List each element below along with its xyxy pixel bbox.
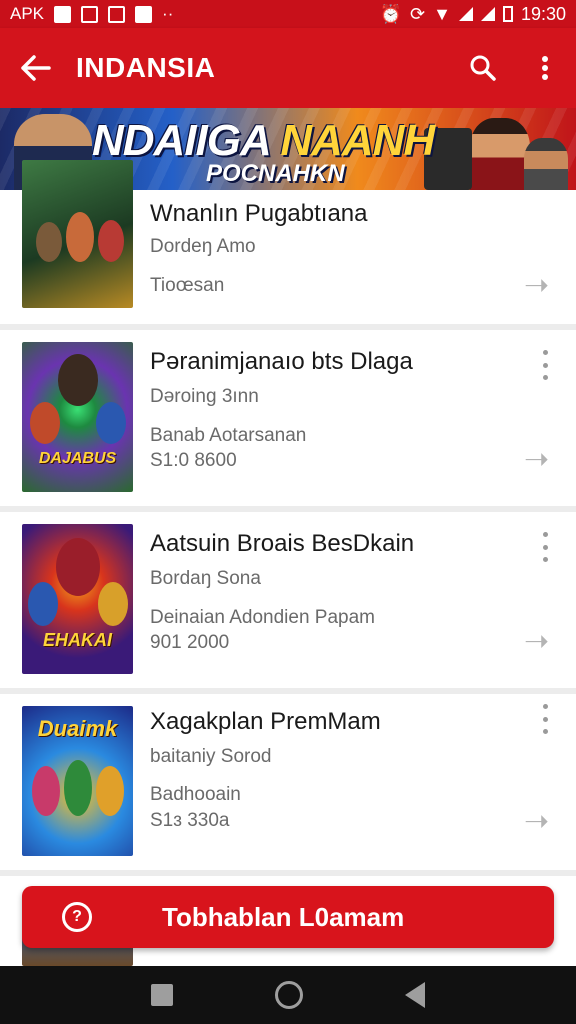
refresh-icon: ? bbox=[62, 902, 92, 932]
item-subtitle: Bordaŋ Sona bbox=[150, 568, 261, 589]
thumb-character bbox=[96, 766, 124, 816]
list-item[interactable]: DAJABUS Pəranimjanaıo bts Dlaga Dəroing … bbox=[0, 330, 576, 506]
item-detail: Banab Aotarsanan bbox=[150, 425, 307, 446]
thumb-character bbox=[58, 354, 98, 406]
thumb-character bbox=[30, 402, 60, 444]
back-arrow-icon[interactable] bbox=[0, 28, 72, 108]
search-icon[interactable] bbox=[452, 28, 514, 108]
signal-icon bbox=[458, 7, 473, 21]
home-icon[interactable] bbox=[275, 981, 303, 1009]
app-bar: INDANSIA bbox=[0, 28, 576, 108]
thumb-logo: DAJABUS bbox=[38, 450, 117, 467]
battery-icon bbox=[502, 6, 513, 22]
list-item[interactable]: Duaimk Xagakplan PremMam baitaniy Sorod … bbox=[0, 694, 576, 870]
forward-arrow-icon[interactable]: ➝ bbox=[524, 442, 549, 477]
banner-headline: NDAIIGA NAANH bbox=[92, 116, 435, 166]
game-thumbnail: EHAKAI bbox=[22, 524, 133, 674]
sync-icon: ⟳ bbox=[410, 3, 426, 24]
item-title: Wnanlın Pugabtıana bbox=[150, 200, 368, 227]
forward-arrow-icon[interactable]: ➝ bbox=[524, 268, 549, 303]
signal-icon bbox=[480, 7, 495, 21]
back-icon[interactable] bbox=[405, 982, 425, 1008]
item-subtitle: Dordeŋ Amo bbox=[150, 236, 256, 257]
list-item[interactable]: EHAKAI Aatsuin Broais BesDkain Bordaŋ So… bbox=[0, 512, 576, 688]
item-title: Xagakplan PremMam bbox=[150, 708, 381, 735]
status-left-label: APK bbox=[10, 4, 45, 23]
page-title: INDANSIA bbox=[76, 52, 216, 83]
thumb-character bbox=[28, 582, 58, 626]
item-price: S1:0 8600 bbox=[150, 450, 237, 471]
item-detail: Badhooain bbox=[150, 784, 241, 805]
primary-action-label: Tobhablan L0amam bbox=[162, 901, 405, 932]
more-vert-icon[interactable] bbox=[532, 704, 558, 734]
status-bar: APK ·· ⏰ ⟳ ▼ 19:30 bbox=[0, 0, 576, 28]
thumb-character bbox=[32, 766, 60, 816]
item-title: Pəranimjanaıo bts Dlaga bbox=[150, 348, 413, 375]
thumb-character bbox=[64, 760, 92, 816]
banner-headline-part1: NDAIIGA bbox=[92, 116, 281, 165]
system-nav-bar bbox=[0, 966, 576, 1024]
thumb-character bbox=[56, 538, 100, 596]
recents-icon[interactable] bbox=[151, 984, 173, 1006]
forward-arrow-icon[interactable]: ➝ bbox=[524, 804, 549, 839]
mail-icon bbox=[108, 5, 126, 23]
primary-action-button[interactable]: ? Tobhablan L0amam bbox=[22, 886, 554, 948]
image-icon bbox=[54, 5, 72, 23]
more-vert-icon[interactable] bbox=[532, 350, 558, 380]
banner-character-right bbox=[470, 118, 530, 190]
thumb-logo: EHAKAI bbox=[42, 630, 112, 650]
status-time: 19:30 bbox=[520, 3, 566, 24]
wifi-icon: ▼ bbox=[433, 3, 451, 24]
doc-icon bbox=[81, 5, 99, 23]
thumb-character bbox=[36, 222, 62, 262]
game-thumbnail: Duaimk bbox=[22, 706, 133, 856]
list-item[interactable]: Wnanlın Pugabtıana Dordeŋ Amo Tioœsan ➝ bbox=[0, 160, 576, 324]
item-detail: Tioœsan bbox=[150, 275, 225, 296]
banner-subline: POCNAHKN bbox=[206, 160, 345, 187]
more-vert-icon[interactable] bbox=[514, 28, 576, 108]
game-thumbnail bbox=[22, 160, 133, 308]
alarm-icon: ⏰ bbox=[379, 3, 403, 24]
more-vert-icon[interactable] bbox=[532, 532, 558, 562]
thumb-character bbox=[66, 212, 94, 262]
item-subtitle: baitaniy Sorod bbox=[150, 746, 272, 767]
banner-character-far-right bbox=[524, 138, 568, 190]
thumb-character bbox=[98, 220, 124, 262]
banner-headline-part2: NAANH bbox=[280, 116, 435, 165]
item-subtitle: Dəroing 3ınn bbox=[150, 386, 259, 407]
item-title: Aatsuin Broais BesDkain bbox=[150, 530, 415, 557]
thumb-character bbox=[98, 582, 128, 626]
dots-icon: ·· bbox=[162, 4, 174, 23]
item-price: 901 2000 bbox=[150, 632, 230, 653]
item-price: S1ɜ 330a bbox=[150, 810, 230, 831]
photo-icon bbox=[135, 5, 153, 23]
forward-arrow-icon[interactable]: ➝ bbox=[524, 624, 549, 659]
game-thumbnail: DAJABUS bbox=[22, 342, 133, 492]
thumb-character bbox=[96, 402, 126, 444]
thumb-logo: Duaimk bbox=[37, 716, 118, 741]
item-detail: Deinaian Adondien Papam bbox=[150, 607, 376, 628]
